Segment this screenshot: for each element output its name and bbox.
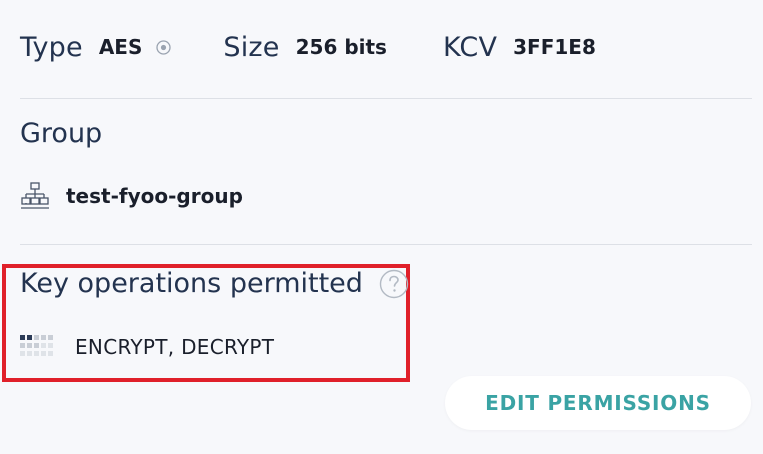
- key-operations-title: Key operations permitted: [20, 268, 363, 299]
- kcv-label: KCV: [442, 31, 498, 63]
- group-name[interactable]: test-fyoo-group: [66, 184, 243, 208]
- group-title: Group: [20, 118, 103, 149]
- type-value: AES: [98, 35, 143, 59]
- size-value: 256 bits: [295, 35, 387, 59]
- hierarchy-icon: [20, 181, 50, 211]
- edit-permissions-button[interactable]: EDIT PERMISSIONS: [445, 376, 751, 430]
- key-operations-header: Key operations permitted: [20, 268, 409, 299]
- section-divider: [20, 98, 752, 99]
- info-dot-icon[interactable]: [156, 39, 172, 55]
- kcv-value: 3FF1E8: [513, 35, 596, 59]
- key-meta-row: Type AES Size 256 bits KCV 3FF1E8: [20, 27, 596, 67]
- key-operations-row: ENCRYPT, DECRYPT: [20, 332, 274, 362]
- help-icon[interactable]: [379, 269, 409, 299]
- size-label: Size: [223, 31, 280, 63]
- grid-icon: [20, 334, 54, 360]
- key-operations-value: ENCRYPT, DECRYPT: [75, 335, 275, 359]
- group-row: test-fyoo-group: [20, 180, 243, 212]
- type-label: Type: [20, 31, 83, 63]
- section-divider: [20, 244, 752, 245]
